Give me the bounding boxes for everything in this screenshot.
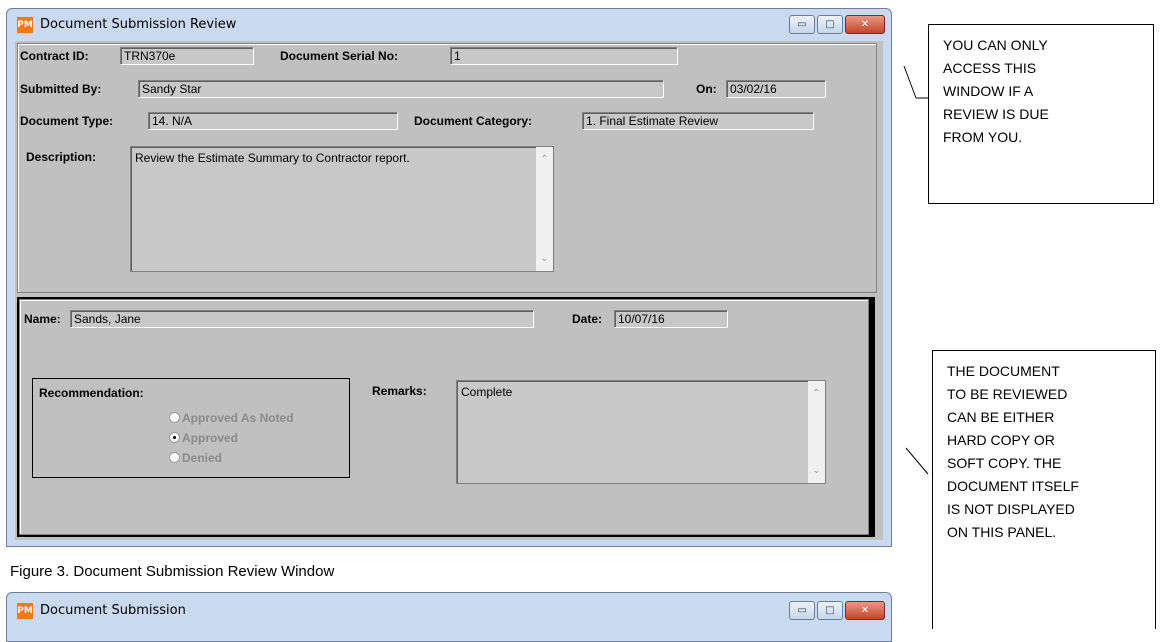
note-line: ON THIS PANEL. [947, 524, 1057, 540]
note-document-type: THE DOCUMENT TO BE REVIEWED CAN BE EITHE… [932, 350, 1156, 629]
note-line: WINDOW IF A [943, 83, 1034, 99]
note-line: FROM YOU. [943, 129, 1023, 145]
note-line: REVIEW IS DUE [943, 106, 1049, 122]
note-line: TO BE REVIEWED [947, 386, 1068, 402]
note-line: SOFT COPY. THE [947, 455, 1062, 471]
note-line: YOU CAN ONLY [943, 37, 1048, 53]
note-line: ACCESS THIS [943, 60, 1037, 76]
note-access-condition: YOU CAN ONLY ACCESS THIS WINDOW IF A REV… [928, 24, 1154, 204]
note-line: THE DOCUMENT [947, 363, 1060, 379]
note-line: HARD COPY OR [947, 432, 1055, 448]
note-line: IS NOT DISPLAYED [947, 501, 1075, 517]
note-line: DOCUMENT ITSELF [947, 478, 1079, 494]
note-line: CAN BE EITHER [947, 409, 1055, 425]
